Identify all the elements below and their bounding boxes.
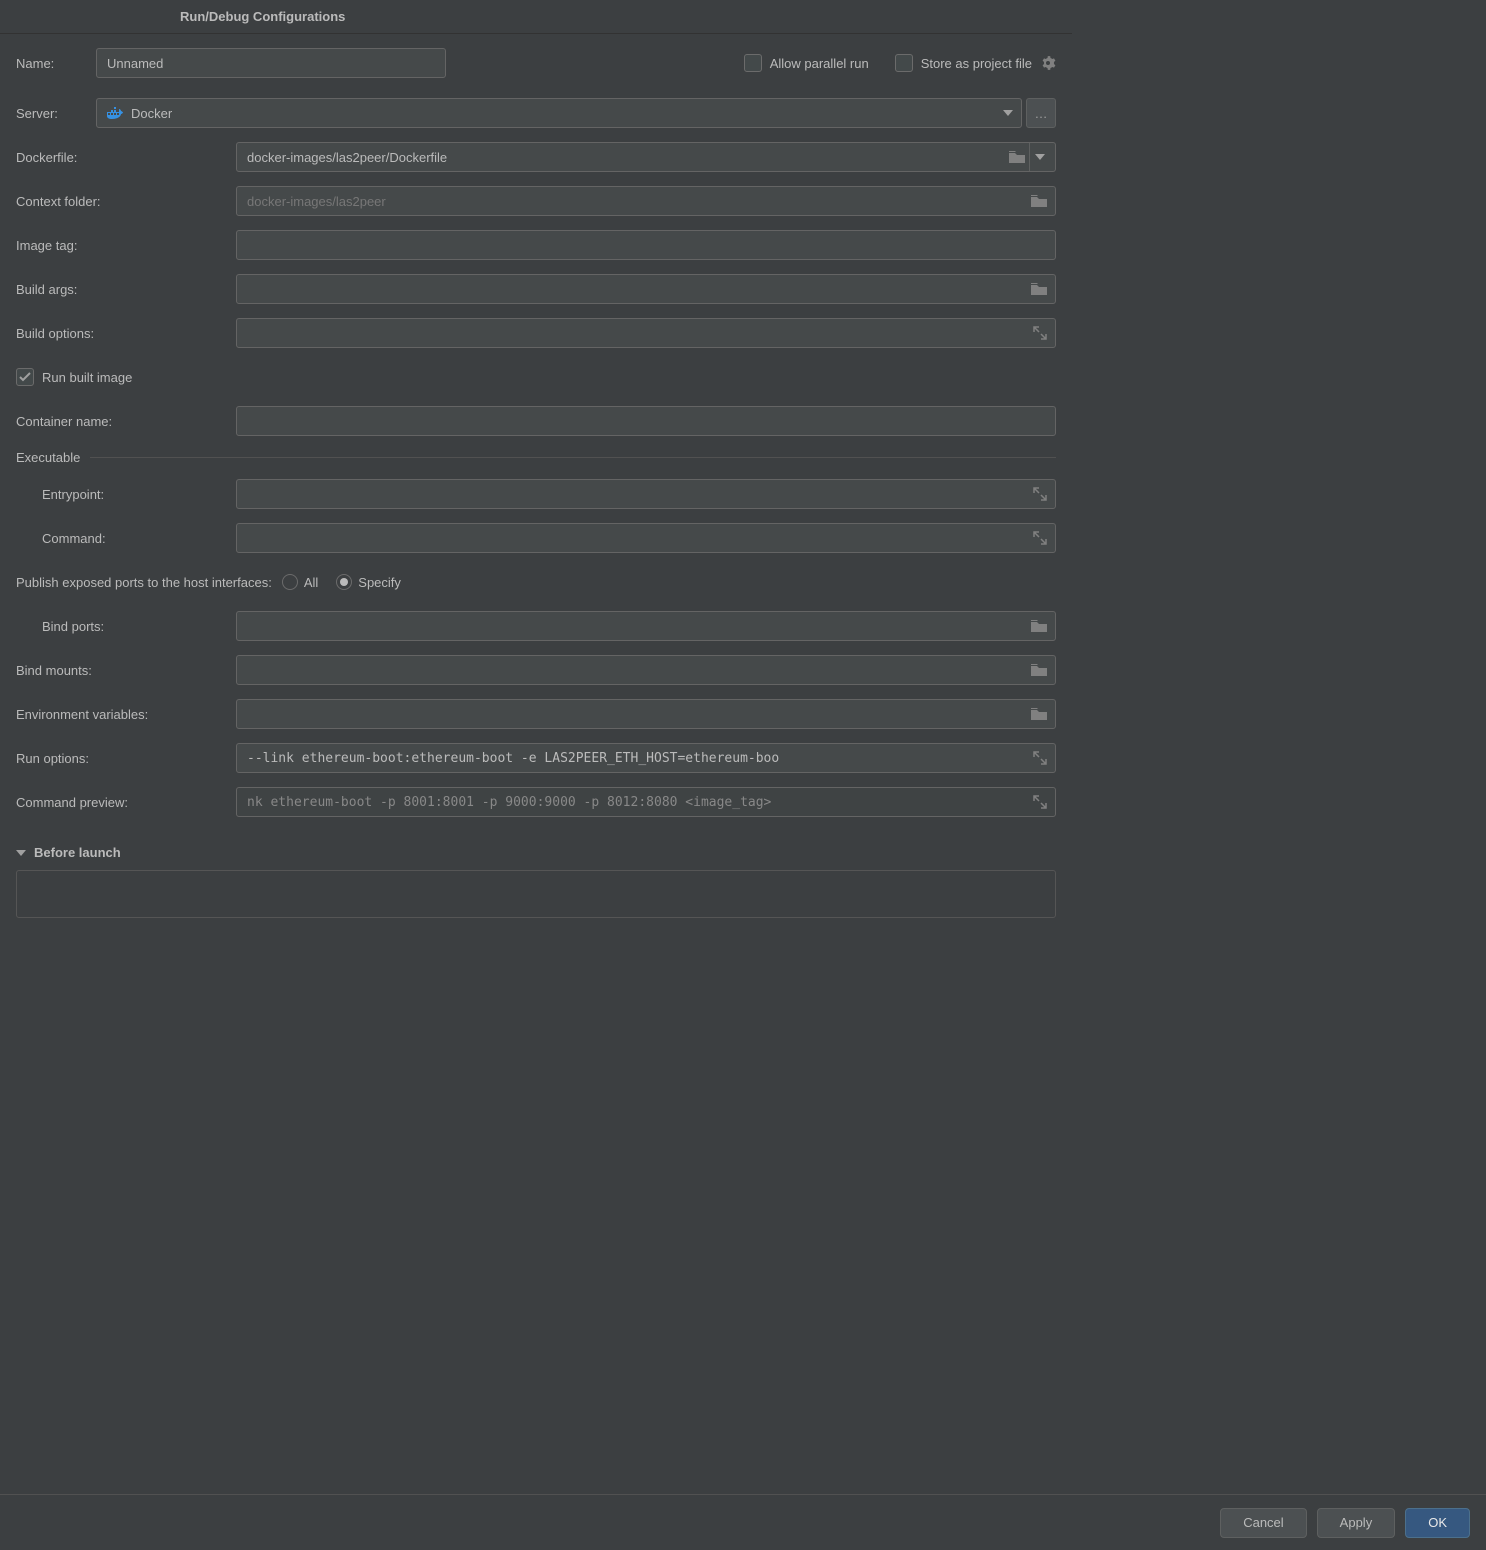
env-vars-input[interactable] bbox=[236, 699, 1056, 729]
expand-icon[interactable] bbox=[1033, 326, 1047, 340]
command-preview-label: Command preview: bbox=[16, 795, 236, 810]
apply-button[interactable]: Apply bbox=[1317, 1508, 1396, 1538]
context-folder-input[interactable]: docker-images/las2peer bbox=[236, 186, 1056, 216]
folder-icon[interactable] bbox=[1009, 151, 1025, 163]
command-label: Command: bbox=[16, 531, 236, 546]
folder-icon[interactable] bbox=[1031, 195, 1047, 207]
run-options-input[interactable]: --link ethereum-boot:ethereum-boot -e LA… bbox=[236, 743, 1056, 773]
folder-icon[interactable] bbox=[1031, 620, 1047, 632]
bind-ports-label: Bind ports: bbox=[16, 619, 236, 634]
chevron-down-icon[interactable] bbox=[1029, 143, 1049, 171]
expand-icon[interactable] bbox=[1033, 487, 1047, 501]
store-as-project-file-checkbox[interactable]: Store as project file bbox=[895, 54, 1032, 72]
container-name-input[interactable] bbox=[236, 406, 1056, 436]
bind-ports-input[interactable] bbox=[236, 611, 1056, 641]
build-args-label: Build args: bbox=[16, 282, 236, 297]
dockerfile-label: Dockerfile: bbox=[16, 150, 236, 165]
build-options-input[interactable] bbox=[236, 318, 1056, 348]
dialog-title: Run/Debug Configurations bbox=[0, 0, 1072, 34]
entrypoint-input[interactable] bbox=[236, 479, 1056, 509]
before-launch-header[interactable]: Before launch bbox=[16, 845, 1056, 860]
before-launch-list[interactable] bbox=[16, 870, 1056, 918]
server-dropdown[interactable]: Docker bbox=[96, 98, 1022, 128]
folder-icon[interactable] bbox=[1031, 708, 1047, 720]
server-browse-button[interactable]: … bbox=[1026, 98, 1056, 128]
gear-icon[interactable] bbox=[1040, 55, 1056, 71]
image-tag-label: Image tag: bbox=[16, 238, 236, 253]
expand-icon[interactable] bbox=[1033, 751, 1047, 765]
bind-mounts-input[interactable] bbox=[236, 655, 1056, 685]
publish-ports-label: Publish exposed ports to the host interf… bbox=[16, 575, 272, 590]
build-options-label: Build options: bbox=[16, 326, 236, 341]
folder-icon[interactable] bbox=[1031, 283, 1047, 295]
docker-icon bbox=[107, 106, 123, 120]
entrypoint-label: Entrypoint: bbox=[16, 487, 236, 502]
dialog-footer: Cancel Apply OK bbox=[0, 1494, 1486, 1550]
cancel-button[interactable]: Cancel bbox=[1220, 1508, 1306, 1538]
allow-parallel-run-checkbox[interactable]: Allow parallel run bbox=[744, 54, 869, 72]
chevron-down-icon bbox=[1003, 110, 1013, 116]
run-built-image-checkbox[interactable]: Run built image bbox=[16, 368, 132, 386]
executable-section-header: Executable bbox=[16, 450, 1056, 465]
container-name-label: Container name: bbox=[16, 414, 236, 429]
image-tag-input[interactable] bbox=[236, 230, 1056, 260]
checkbox-checked-icon bbox=[16, 368, 34, 386]
run-options-label: Run options: bbox=[16, 751, 236, 766]
command-input[interactable] bbox=[236, 523, 1056, 553]
env-vars-label: Environment variables: bbox=[16, 707, 236, 722]
checkbox-icon bbox=[744, 54, 762, 72]
ok-button[interactable]: OK bbox=[1405, 1508, 1470, 1538]
ports-specify-radio[interactable]: Specify bbox=[336, 574, 401, 590]
name-input[interactable]: Unnamed bbox=[96, 48, 446, 78]
expand-icon[interactable] bbox=[1033, 531, 1047, 545]
checkbox-icon bbox=[895, 54, 913, 72]
command-preview-output: nk ethereum-boot -p 8001:8001 -p 9000:90… bbox=[236, 787, 1056, 817]
server-label: Server: bbox=[16, 106, 96, 121]
ports-all-radio[interactable]: All bbox=[282, 574, 318, 590]
expand-icon[interactable] bbox=[1033, 795, 1047, 809]
name-label: Name: bbox=[16, 56, 96, 71]
context-folder-label: Context folder: bbox=[16, 194, 236, 209]
folder-icon[interactable] bbox=[1031, 664, 1047, 676]
chevron-down-icon bbox=[16, 850, 26, 856]
bind-mounts-label: Bind mounts: bbox=[16, 663, 236, 678]
dockerfile-input[interactable]: docker-images/las2peer/Dockerfile bbox=[236, 142, 1056, 172]
build-args-input[interactable] bbox=[236, 274, 1056, 304]
